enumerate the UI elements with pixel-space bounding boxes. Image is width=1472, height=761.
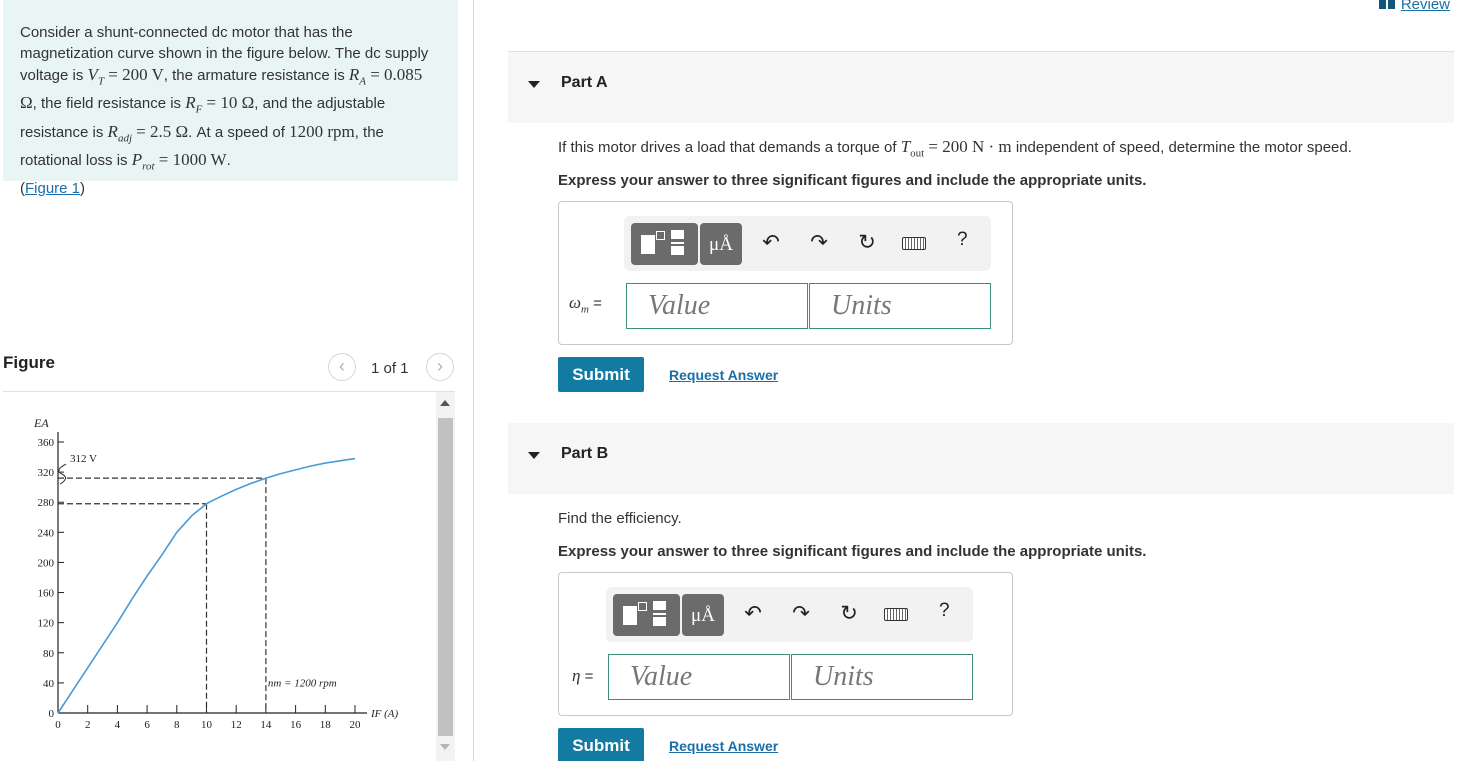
part-a-request-answer-link[interactable]: Request Answer <box>669 367 778 383</box>
part-b-value-input[interactable] <box>608 654 790 700</box>
prot-value: = 1000 W <box>158 150 227 170</box>
ra-symbol: RA <box>348 65 367 88</box>
radj-value: = 2.5 Ω <box>136 121 189 141</box>
prot-symbol: Prot <box>131 150 155 173</box>
problem-text-3: , the field resistance is <box>32 95 182 113</box>
templates-icon[interactable] <box>613 594 680 636</box>
part-a-answer-box: μÅ ↶ ↷ ↻ ? ωm = <box>558 201 1013 345</box>
y-tick-label: 320 <box>38 467 55 479</box>
panel-splitter[interactable] <box>473 0 474 761</box>
part-a-submit-button[interactable]: Submit <box>558 357 644 392</box>
part-a-units-input[interactable] <box>809 283 991 329</box>
axis-break-symbol <box>58 463 67 485</box>
part-b-request-answer-link[interactable]: Request Answer <box>669 738 778 754</box>
x-tick-label: 12 <box>231 719 242 731</box>
part-b-answer-box: μÅ ↶ ↷ ↻ ? η = <box>558 572 1013 716</box>
scroll-up-arrow-icon[interactable] <box>440 400 450 406</box>
x-tick-label: 0 <box>55 719 61 731</box>
x-tick-label: 20 <box>350 719 362 731</box>
review-link[interactable]: Review <box>1378 0 1450 13</box>
x-tick-label: 18 <box>320 719 332 731</box>
y-tick-label: 360 <box>38 437 55 449</box>
figure-pager: 1 of 1 <box>371 360 409 377</box>
figure-image: 0 40 80 120 160 200 240 280 320 360 0 2 4 6 8 10 12 14 16 1… <box>3 392 433 761</box>
part-a-value-input[interactable] <box>626 283 808 329</box>
y-tick-label: 0 <box>49 708 55 720</box>
undo-icon[interactable]: ↶ <box>740 601 766 627</box>
part-b-submit-button[interactable]: Submit <box>558 728 644 761</box>
y-tick-label: 80 <box>43 648 55 660</box>
radj-symbol: Radj <box>107 121 132 145</box>
problem-text-7: . <box>226 152 231 170</box>
y-axis-label: EA <box>33 416 49 430</box>
y-tick-label: 200 <box>38 557 55 569</box>
caret-down-icon[interactable] <box>528 81 540 88</box>
vt-value: = 200 V <box>108 65 164 84</box>
math-toolbar: μÅ ↶ ↷ ↻ ? <box>624 216 991 271</box>
part-b-question: Find the efficiency. <box>558 510 682 527</box>
x-axis-label: IF (A) <box>370 708 399 720</box>
redo-icon[interactable]: ↷ <box>806 230 832 256</box>
part-a-header[interactable]: Part A <box>508 52 1454 123</box>
reset-icon[interactable]: ↻ <box>854 230 880 256</box>
units-symbols-button[interactable]: μÅ <box>700 223 742 265</box>
part-b-instruction: Express your answer to three significant… <box>558 543 1147 560</box>
x-tick-label: 14 <box>260 719 272 731</box>
x-tick-label: 10 <box>201 719 213 731</box>
figure-title: Figure <box>3 353 55 372</box>
y-tick-label: 120 <box>38 618 55 630</box>
part-b-units-input[interactable] <box>791 654 973 700</box>
rf-symbol: RF <box>185 93 203 116</box>
x-tick-label: 2 <box>85 719 91 731</box>
chevron-left-icon[interactable]: ‹ <box>328 353 356 381</box>
figure-link[interactable]: Figure 1 <box>25 180 80 197</box>
vt-symbol: VT <box>87 65 105 88</box>
undo-icon[interactable]: ↶ <box>758 230 784 256</box>
problem-text-2: , the armature resistance is <box>163 67 345 84</box>
redo-icon[interactable]: ↷ <box>788 601 814 627</box>
review-label: Review <box>1400 0 1450 13</box>
y-tick-label: 280 <box>38 497 55 509</box>
caret-down-icon[interactable] <box>528 452 540 459</box>
units-symbols-button[interactable]: μÅ <box>682 594 724 636</box>
scroll-down-arrow-icon[interactable] <box>440 744 450 750</box>
speed-value: 1200 rpm <box>289 121 355 141</box>
eta-label: η = <box>572 666 594 685</box>
break-label: 312 V <box>70 453 97 465</box>
scroll-thumb[interactable] <box>438 418 453 736</box>
torque-value: = 200 N · m <box>928 137 1012 156</box>
y-tick-label: 160 <box>38 588 55 600</box>
book-icon <box>1378 0 1395 9</box>
problem-text-5: . At a speed of <box>188 123 285 141</box>
problem-statement: Consider a shunt-connected dc motor that… <box>3 0 458 197</box>
part-b-header[interactable]: Part B <box>508 423 1454 494</box>
part-a-instruction: Express your answer to three significant… <box>558 172 1147 189</box>
reset-icon[interactable]: ↻ <box>836 601 862 627</box>
speed-annotation: nm = 1200 rpm <box>268 678 337 690</box>
chevron-right-icon[interactable]: › <box>426 353 454 381</box>
part-a-question-tail: independent of speed, determine the moto… <box>1015 139 1352 156</box>
figure-scrollbar[interactable] <box>436 392 455 761</box>
x-tick-label: 16 <box>290 719 302 731</box>
keyboard-icon[interactable] <box>902 237 926 250</box>
math-toolbar: μÅ ↶ ↷ ↻ ? <box>606 587 973 642</box>
y-tick-label: 40 <box>43 678 55 690</box>
help-icon[interactable]: ? <box>939 600 950 622</box>
rf-value: = 10 Ω <box>206 93 255 113</box>
part-b-title: Part B <box>561 445 609 462</box>
help-icon[interactable]: ? <box>957 229 968 251</box>
part-a-question-text: If this motor drives a load that demands… <box>558 139 897 156</box>
magnetization-curve-chart: 0 40 80 120 160 200 240 280 320 360 0 2 4 6 8 10 12 14 16 1… <box>33 416 399 731</box>
x-tick-label: 6 <box>144 719 150 731</box>
y-tick-label: 240 <box>38 527 55 539</box>
torque-symbol: Tout <box>900 137 925 160</box>
x-tick-label: 8 <box>174 719 180 731</box>
x-tick-label: 4 <box>115 719 121 731</box>
part-a-question: If this motor drives a load that demands… <box>558 137 1352 159</box>
keyboard-icon[interactable] <box>884 608 908 621</box>
templates-icon[interactable] <box>631 223 698 265</box>
omega-m-label: ωm = <box>569 293 602 316</box>
part-a-title: Part A <box>561 74 608 91</box>
